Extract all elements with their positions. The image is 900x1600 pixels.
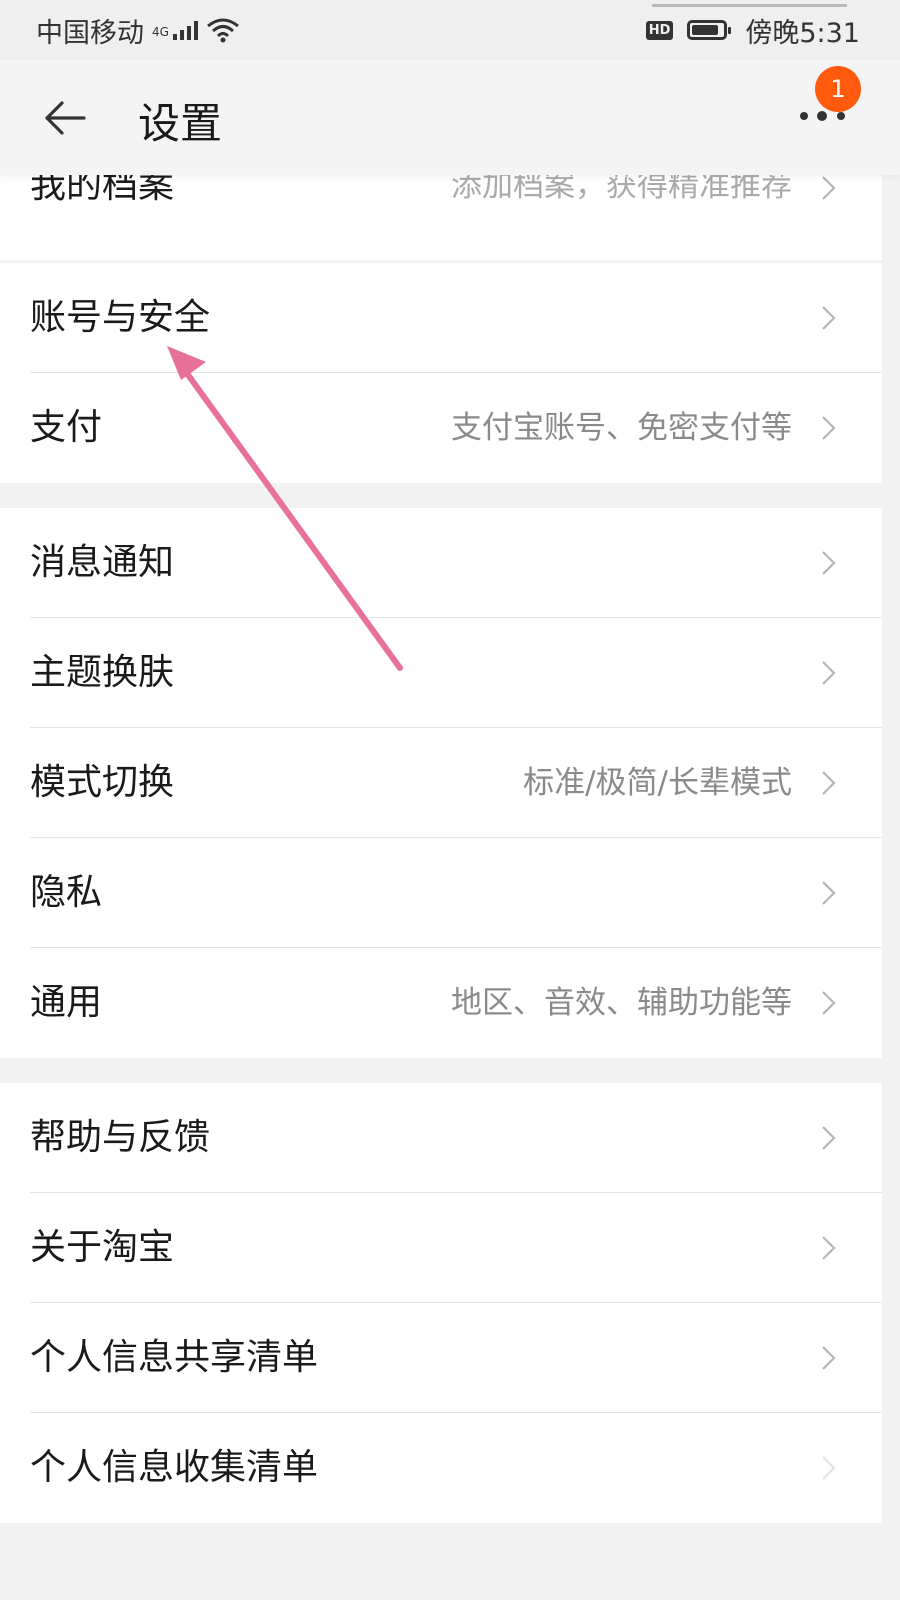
status-left: 中国移动 4G	[36, 11, 240, 50]
chevron-right-icon	[822, 1126, 836, 1150]
status-strip	[652, 4, 847, 7]
item-label: 消息通知	[30, 542, 175, 583]
list-item-privacy[interactable]: 隐私	[0, 838, 882, 948]
item-label: 账号与安全	[30, 297, 211, 338]
list-item-payment[interactable]: 支付 支付宝账号、免密支付等	[0, 373, 882, 483]
item-label: 帮助与反馈	[30, 1117, 211, 1158]
carrier-label: 中国移动	[36, 17, 144, 49]
item-subtitle: 支付宝账号、免密支付等	[451, 410, 792, 446]
network-type: 4G	[152, 24, 169, 39]
chevron-right-icon	[822, 416, 836, 440]
status-bar: 中国移动 4G HD 傍晚5:31	[0, 0, 900, 60]
notification-badge: 1	[815, 66, 861, 112]
list-item-help-feedback[interactable]: 帮助与反馈	[0, 1083, 882, 1193]
back-arrow-icon[interactable]	[40, 94, 88, 142]
chevron-right-icon	[822, 771, 836, 795]
list-item-account-security[interactable]: 账号与安全	[0, 263, 882, 373]
signal-icon	[172, 20, 198, 40]
list-item-info-sharing[interactable]: 个人信息共享清单	[0, 1303, 882, 1413]
item-label: 个人信息共享清单	[30, 1337, 319, 1378]
chevron-right-icon	[822, 1346, 836, 1370]
item-subtitle: 地区、音效、辅助功能等	[451, 985, 792, 1021]
hd-icon: HD	[645, 20, 674, 40]
item-label: 通用	[30, 982, 103, 1023]
status-time: 傍晚5:31	[745, 17, 860, 49]
chevron-right-icon	[822, 661, 836, 685]
item-label: 关于淘宝	[30, 1227, 175, 1268]
item-label: 隐私	[30, 872, 103, 913]
item-label: 个人信息收集清单	[30, 1447, 319, 1488]
settings-group-general: 消息通知 主题换肤 模式切换 标准/极简/长辈模式 隐私 通用 地区、音效、辅助…	[0, 508, 882, 1058]
page-title: 设置	[138, 99, 223, 148]
chevron-right-icon	[822, 881, 836, 905]
chevron-right-icon	[822, 306, 836, 330]
item-label: 支付	[30, 407, 103, 448]
settings-group-about: 帮助与反馈 关于淘宝 个人信息共享清单 个人信息收集清单	[0, 1083, 882, 1523]
list-item-about-taobao[interactable]: 关于淘宝	[0, 1193, 882, 1303]
chevron-right-icon	[822, 176, 836, 200]
list-item-notifications[interactable]: 消息通知	[0, 508, 882, 618]
chevron-right-icon	[822, 1236, 836, 1260]
item-subtitle: 标准/极简/长辈模式	[523, 765, 792, 801]
chevron-right-icon	[822, 991, 836, 1015]
wifi-icon	[207, 18, 239, 43]
chevron-right-icon	[822, 551, 836, 575]
app-header: 设置 1	[0, 60, 900, 175]
item-label: 主题换肤	[30, 652, 175, 693]
item-label: 模式切换	[30, 762, 175, 803]
list-item-theme[interactable]: 主题换肤	[0, 618, 882, 728]
battery-icon	[687, 20, 732, 40]
settings-group-account: 账号与安全 支付 支付宝账号、免密支付等	[0, 263, 882, 483]
status-right: HD 傍晚5:31	[645, 11, 860, 50]
chevron-right-icon	[822, 1456, 836, 1480]
list-item-general[interactable]: 通用 地区、音效、辅助功能等	[0, 948, 882, 1058]
list-item-mode-switch[interactable]: 模式切换 标准/极简/长辈模式	[0, 728, 882, 838]
list-item-info-collection[interactable]: 个人信息收集清单	[0, 1413, 882, 1523]
